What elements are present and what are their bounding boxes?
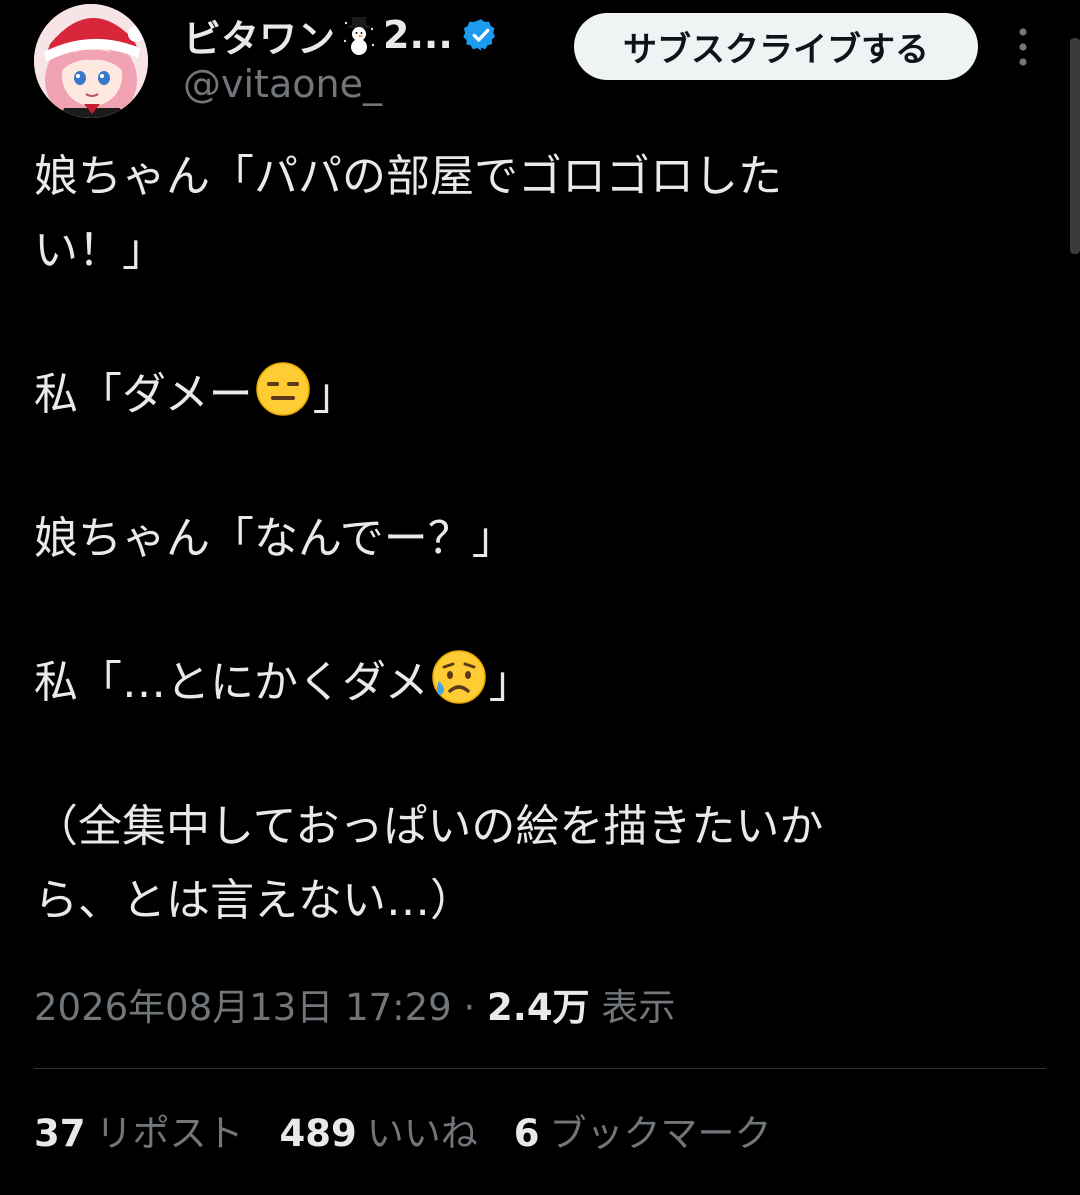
divider (34, 1068, 1046, 1069)
user-handle[interactable]: @vitaone_ (183, 62, 382, 106)
snowman-icon (341, 15, 377, 55)
display-name-row[interactable]: ビタワン 2... (183, 8, 499, 62)
anxious-face-with-sweat-icon (431, 649, 487, 705)
tweet-line: （全集中しておっぱいの絵を描きたいか (34, 790, 994, 864)
tweet-line-text: 」 (312, 369, 357, 420)
tweet-line: ら、とは言えない…） (34, 864, 994, 938)
tweet-line: 娘ちゃん「パパの部屋でゴロゴロした (34, 140, 994, 214)
reposts-stat[interactable]: 37 リポスト (34, 1104, 244, 1164)
tweet-line-text: い！」 (34, 225, 166, 276)
tweet-line-text: （全集中しておっぱいの絵を描きたいか (34, 801, 824, 852)
likes-count: 489 (279, 1112, 357, 1155)
tweet-line-text: 私「…とにかくダメ (34, 657, 429, 708)
bookmarks-count: 6 (513, 1112, 540, 1155)
tweet-line: 娘ちゃん「なんでー？」 (34, 502, 994, 576)
tweet-header: ビタワン 2... @vitaone_ サブスクライブする (0, 0, 1080, 130)
tweet-line-text: ら、とは言えない…） (34, 875, 474, 926)
verified-badge-icon (463, 17, 499, 53)
tweet-line-text: 」 (488, 657, 533, 708)
expressionless-face-icon (255, 361, 311, 417)
timestamp[interactable]: 2026年08月13日 17:29 (34, 986, 452, 1029)
meta-separator: · (451, 986, 488, 1029)
display-name-ellipsis: 2... (383, 13, 453, 57)
avatar[interactable] (34, 4, 148, 118)
scrollbar[interactable] (1070, 38, 1080, 254)
views-count[interactable]: 2.4万 (487, 986, 590, 1029)
tweet-line-text: 娘ちゃん「なんでー？」 (34, 513, 516, 564)
anime-girl-avatar-icon (34, 4, 148, 118)
bookmarks-label: ブックマーク (549, 1112, 772, 1155)
display-name[interactable]: ビタワン (183, 8, 335, 63)
tweet-meta: 2026年08月13日 17:29 · 2.4万 表示 (34, 978, 675, 1038)
tweet-line: い！」 (34, 214, 994, 288)
engagement-stats: 37 リポスト 489 いいね 6 ブックマーク (34, 1104, 771, 1164)
likes-label: いいね (366, 1112, 478, 1155)
tweet-line-text: 私「ダメー (34, 369, 253, 420)
more-options-icon[interactable] (1008, 24, 1038, 70)
subscribe-button[interactable]: サブスクライブする (574, 13, 978, 80)
views-label: 表示 (589, 986, 676, 1029)
bookmarks-stat[interactable]: 6 ブックマーク (514, 1104, 772, 1164)
likes-stat[interactable]: 489 いいね (280, 1104, 478, 1164)
tweet-line-text: 娘ちゃん「パパの部屋でゴロゴロした (34, 151, 782, 202)
reposts-count: 37 (34, 1112, 86, 1155)
tweet-line: 私「ダメー 」 (34, 358, 994, 432)
reposts-label: リポスト (95, 1112, 244, 1155)
tweet-text: 娘ちゃん「パパの部屋でゴロゴロした い！」 私「ダメー」 娘ちゃん「なんでー？」… (34, 140, 994, 938)
tweet-line: 私「…とにかくダメ 」 (34, 646, 994, 720)
